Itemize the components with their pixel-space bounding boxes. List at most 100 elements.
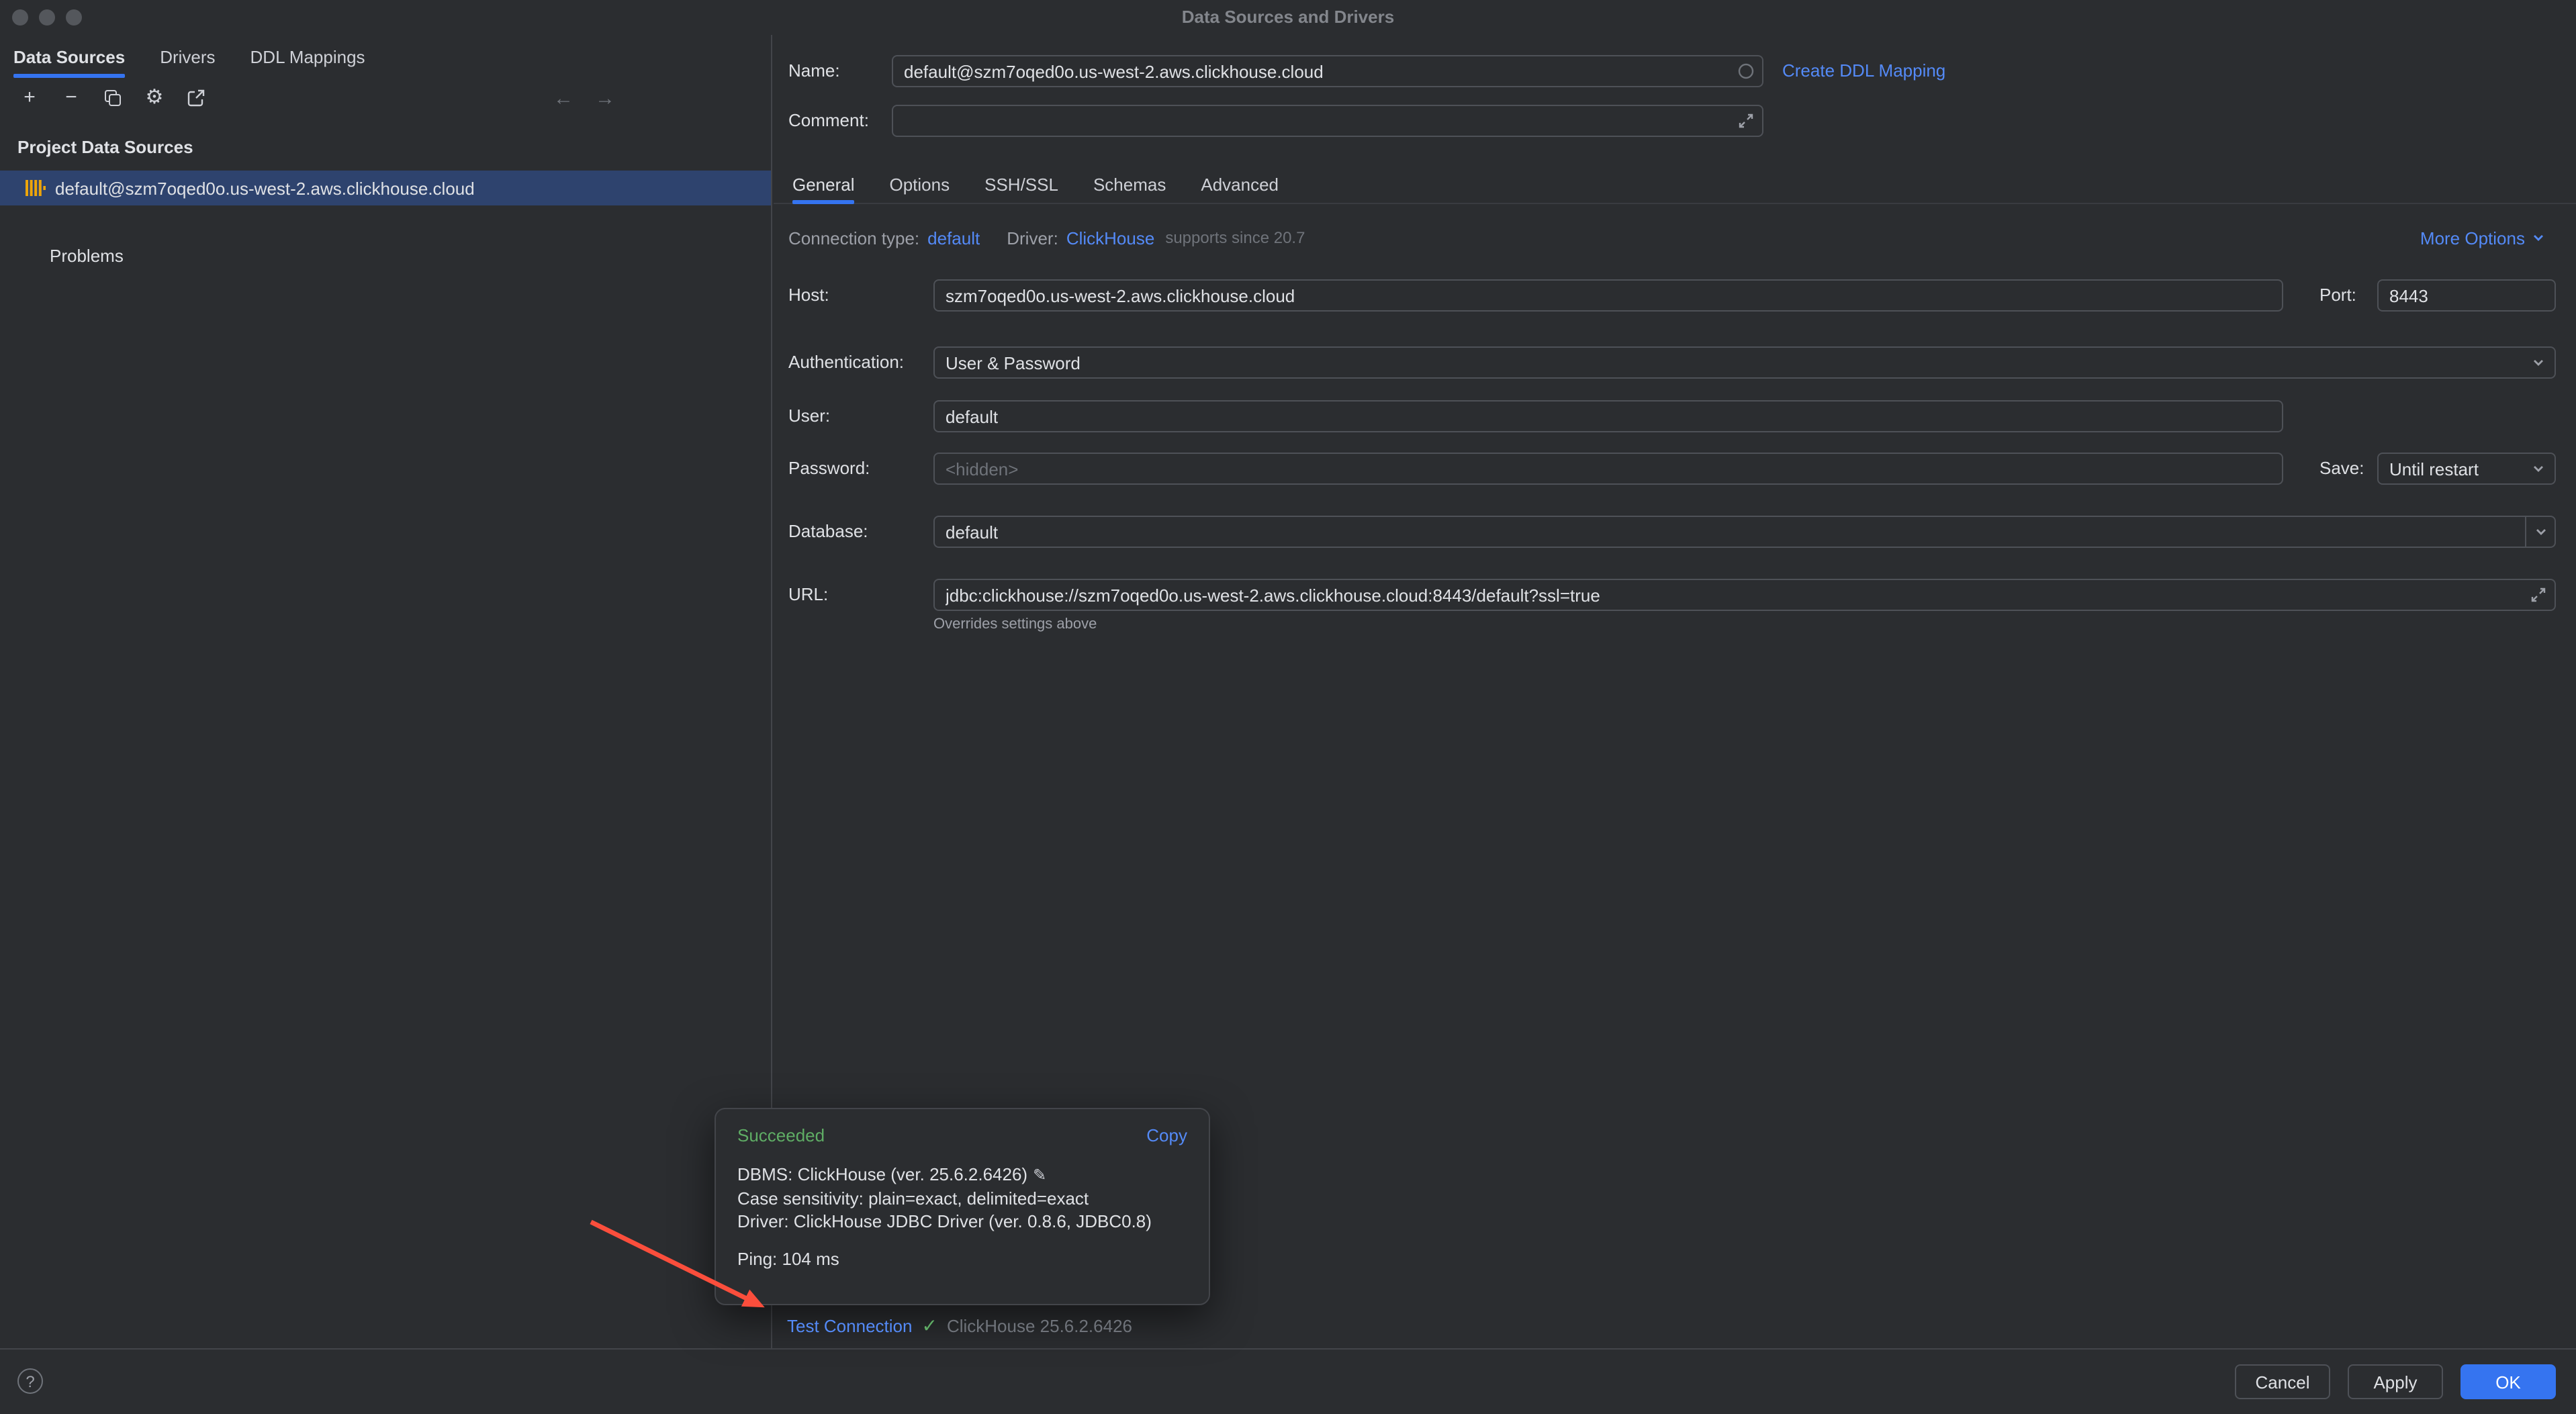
- chevron-down-icon: [2531, 524, 2550, 540]
- name-label: Name:: [788, 55, 840, 87]
- tab-label: Options: [890, 174, 950, 194]
- duplicate-icon[interactable]: [102, 87, 124, 109]
- comment-row: Comment:: [774, 105, 2576, 137]
- authentication-row: Authentication: User & Password: [774, 346, 2576, 379]
- url-input[interactable]: [933, 579, 2556, 611]
- expand-icon[interactable]: [2529, 585, 2548, 604]
- tab-options[interactable]: Options: [890, 165, 950, 203]
- tab-label: SSH/SSL: [984, 174, 1058, 194]
- dbms-text: DBMS: ClickHouse (ver. 25.6.2.6426): [737, 1164, 1027, 1184]
- tab-label: Drivers: [160, 46, 215, 66]
- tab-drivers[interactable]: Drivers: [160, 35, 215, 78]
- tab-ddl-mappings[interactable]: DDL Mappings: [250, 35, 365, 78]
- history-nav: ← →: [553, 87, 615, 109]
- comment-input[interactable]: [892, 105, 1763, 137]
- window-titlebar: Data Sources and Drivers: [0, 0, 2576, 35]
- expand-icon[interactable]: [1737, 111, 1755, 130]
- name-row: Name: Create DDL Mapping: [774, 55, 2576, 87]
- ok-button[interactable]: OK: [2460, 1364, 2556, 1399]
- pencil-icon[interactable]: ✎: [1033, 1166, 1046, 1184]
- comment-label: Comment:: [788, 105, 869, 137]
- config-tabbar: General Options SSH/SSL Schemas Advanced: [774, 165, 2576, 204]
- remove-icon[interactable]: −: [60, 87, 82, 109]
- tab-ssh-ssl[interactable]: SSH/SSL: [984, 165, 1058, 203]
- driver-value[interactable]: ClickHouse: [1066, 228, 1155, 248]
- chevron-down-icon: [2529, 355, 2548, 371]
- host-row: Host: Port:: [774, 279, 2576, 312]
- password-input[interactable]: [933, 453, 2283, 485]
- comment-field-wrap: [892, 105, 1763, 137]
- apply-button[interactable]: Apply: [2348, 1364, 2443, 1399]
- popup-details: DBMS: ClickHouse (ver. 25.6.2.6426)✎ Cas…: [737, 1163, 1187, 1270]
- password-label: Password:: [788, 453, 870, 485]
- user-row: User:: [774, 400, 2576, 432]
- name-input[interactable]: [892, 55, 1763, 87]
- tab-label: General: [792, 174, 855, 194]
- data-source-color-icon[interactable]: [1737, 62, 1755, 81]
- window-title: Data Sources and Drivers: [0, 0, 2576, 35]
- database-value: default: [946, 522, 998, 542]
- combo-dropdown-button[interactable]: [2525, 517, 2555, 547]
- save-select[interactable]: Until restart: [2377, 453, 2556, 485]
- status-succeeded: Succeeded: [737, 1125, 825, 1145]
- connection-type-value[interactable]: default: [927, 228, 980, 248]
- authentication-label: Authentication:: [788, 346, 904, 379]
- copy-link[interactable]: Copy: [1146, 1125, 1187, 1145]
- database-label: Database:: [788, 516, 868, 548]
- data-sources-dialog: Data Sources and Drivers Data Sources Dr…: [0, 0, 2576, 1414]
- ping-line: Ping: 104 ms: [737, 1247, 1187, 1270]
- add-icon[interactable]: +: [19, 87, 40, 109]
- more-options-link[interactable]: More Options: [2420, 228, 2546, 248]
- url-overrides-note: Overrides settings above: [933, 616, 1097, 632]
- host-label: Host:: [788, 279, 829, 312]
- project-data-sources-heading: Project Data Sources: [17, 137, 771, 157]
- forward-icon[interactable]: →: [595, 87, 615, 109]
- left-tabbar: Data Sources Drivers DDL Mappings: [0, 35, 771, 78]
- authentication-value: User & Password: [946, 352, 1080, 373]
- create-ddl-mapping-link[interactable]: Create DDL Mapping: [1782, 55, 1945, 87]
- data-source-item-label: default@szm7oqed0o.us-west-2.aws.clickho…: [55, 178, 475, 198]
- tab-label: Schemas: [1093, 174, 1166, 194]
- more-options-label: More Options: [2420, 228, 2525, 248]
- tab-label: DDL Mappings: [250, 46, 365, 66]
- open-ddl-icon[interactable]: [185, 87, 207, 109]
- database-combo[interactable]: default: [933, 516, 2556, 548]
- user-label: User:: [788, 400, 830, 432]
- url-label: URL:: [788, 579, 828, 611]
- check-icon: ✓: [921, 1314, 937, 1337]
- save-label: Save:: [2319, 453, 2364, 485]
- database-row: Database: default: [774, 516, 2576, 548]
- gear-icon[interactable]: ⚙: [144, 87, 165, 109]
- back-icon[interactable]: ←: [553, 87, 573, 109]
- connection-type-label: Connection type:: [788, 228, 919, 248]
- help-icon[interactable]: ?: [17, 1368, 43, 1394]
- connection-status-text: ClickHouse 25.6.2.6426: [947, 1315, 1132, 1335]
- problems-node[interactable]: Problems: [50, 246, 771, 266]
- host-input[interactable]: [933, 279, 2283, 312]
- left-toolbar: + − ⚙ ← →: [0, 78, 771, 118]
- port-label: Port:: [2319, 279, 2356, 312]
- tab-schemas[interactable]: Schemas: [1093, 165, 1166, 203]
- name-field-wrap: [892, 55, 1763, 87]
- driver-label: Driver:: [1007, 228, 1058, 248]
- test-connection-link[interactable]: Test Connection: [787, 1315, 912, 1335]
- data-source-item-selected[interactable]: default@szm7oqed0o.us-west-2.aws.clickho…: [0, 171, 771, 205]
- tab-advanced[interactable]: Advanced: [1201, 165, 1279, 203]
- tab-label: Advanced: [1201, 174, 1279, 194]
- left-panel: Data Sources Drivers DDL Mappings + − ⚙: [0, 35, 772, 1350]
- driver-note: supports since 20.7: [1165, 228, 1305, 247]
- tab-label: Data Sources: [13, 46, 125, 66]
- url-field-wrap: [933, 579, 2556, 611]
- cancel-button[interactable]: Cancel: [2235, 1364, 2330, 1399]
- port-input[interactable]: [2377, 279, 2556, 312]
- clickhouse-icon: [24, 177, 46, 199]
- tab-data-sources[interactable]: Data Sources: [13, 35, 125, 78]
- dbms-line: DBMS: ClickHouse (ver. 25.6.2.6426) ✎: [737, 1163, 1187, 1187]
- password-row: Password: Save: Until restart: [774, 453, 2576, 485]
- chevron-down-icon: [2529, 461, 2548, 477]
- authentication-select[interactable]: User & Password: [933, 346, 2556, 379]
- tab-general[interactable]: General: [792, 165, 855, 203]
- dialog-button-bar: ? Cancel Apply OK: [0, 1348, 2576, 1414]
- user-input[interactable]: [933, 400, 2283, 432]
- popup-header: Succeeded Copy: [737, 1125, 1187, 1145]
